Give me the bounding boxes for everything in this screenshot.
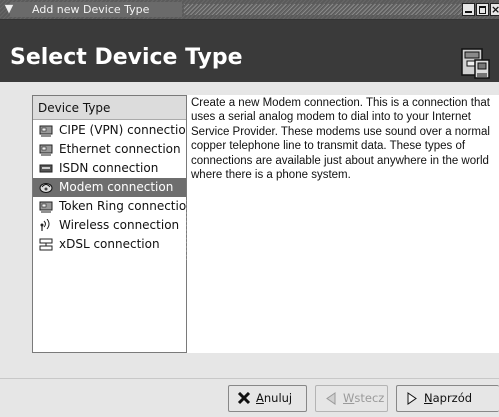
back-button-label: Wstecz xyxy=(343,391,385,405)
title-bar[interactable]: Add new Device Type ▼ × xyxy=(0,0,499,20)
list-item-label: ISDN connection xyxy=(59,161,159,175)
network-card-icon xyxy=(461,48,490,79)
list-item-label: Wireless connection xyxy=(59,218,180,232)
network-card-icon xyxy=(39,201,53,213)
list-item-xdsl[interactable]: xDSL connection xyxy=(33,235,186,254)
list-item-cipe[interactable]: CIPE (VPN) connection xyxy=(33,121,186,140)
page-title: Select Device Type xyxy=(10,45,243,70)
list-item-label: Ethernet connection xyxy=(59,142,181,156)
list-item-modem[interactable]: Modem connection xyxy=(33,178,186,197)
window-title: Add new Device Type xyxy=(10,2,182,17)
title-bar-grip xyxy=(184,4,464,15)
back-button[interactable]: Wstecz xyxy=(315,385,388,412)
maximize-button[interactable] xyxy=(476,3,489,16)
next-button[interactable]: Naprzód xyxy=(396,385,499,412)
wireless-icon xyxy=(40,219,50,231)
button-bar-divider xyxy=(0,378,499,379)
list-item-label: Token Ring connection xyxy=(59,199,186,213)
next-button-label: Naprzód xyxy=(424,391,473,405)
cancel-x-icon xyxy=(237,392,251,405)
list-item-isdn[interactable]: ISDN connection xyxy=(33,159,186,178)
back-arrow-icon xyxy=(326,392,336,405)
cancel-button[interactable]: Anuluj xyxy=(228,385,307,412)
list-item-wireless[interactable]: Wireless connection xyxy=(33,216,186,235)
list-item-label: xDSL connection xyxy=(59,237,160,251)
minimize-button[interactable] xyxy=(462,3,475,16)
isdn-card-icon xyxy=(39,164,53,173)
list-item-label: Modem connection xyxy=(59,180,174,194)
list-item-ethernet[interactable]: Ethernet connection xyxy=(33,140,186,159)
network-card-icon xyxy=(39,125,53,137)
close-button[interactable]: × xyxy=(490,3,499,16)
window-menu-icon[interactable]: ▼ xyxy=(2,2,16,16)
device-type-column-header[interactable]: Device Type xyxy=(33,96,186,120)
network-card-icon xyxy=(39,144,53,156)
forward-arrow-icon xyxy=(407,392,417,405)
device-description: Create a new Modem connection. This is a… xyxy=(187,95,499,353)
dialog-header: Select Device Type xyxy=(0,20,499,82)
xdsl-icon xyxy=(39,238,53,251)
list-item-label: CIPE (VPN) connection xyxy=(59,123,186,137)
cancel-button-label: Anuluj xyxy=(256,391,293,405)
list-item-token-ring[interactable]: Token Ring connection xyxy=(33,197,186,216)
modem-icon xyxy=(39,183,53,193)
device-type-list[interactable]: Device Type CIPE (VPN) connection Ethern… xyxy=(32,95,187,353)
